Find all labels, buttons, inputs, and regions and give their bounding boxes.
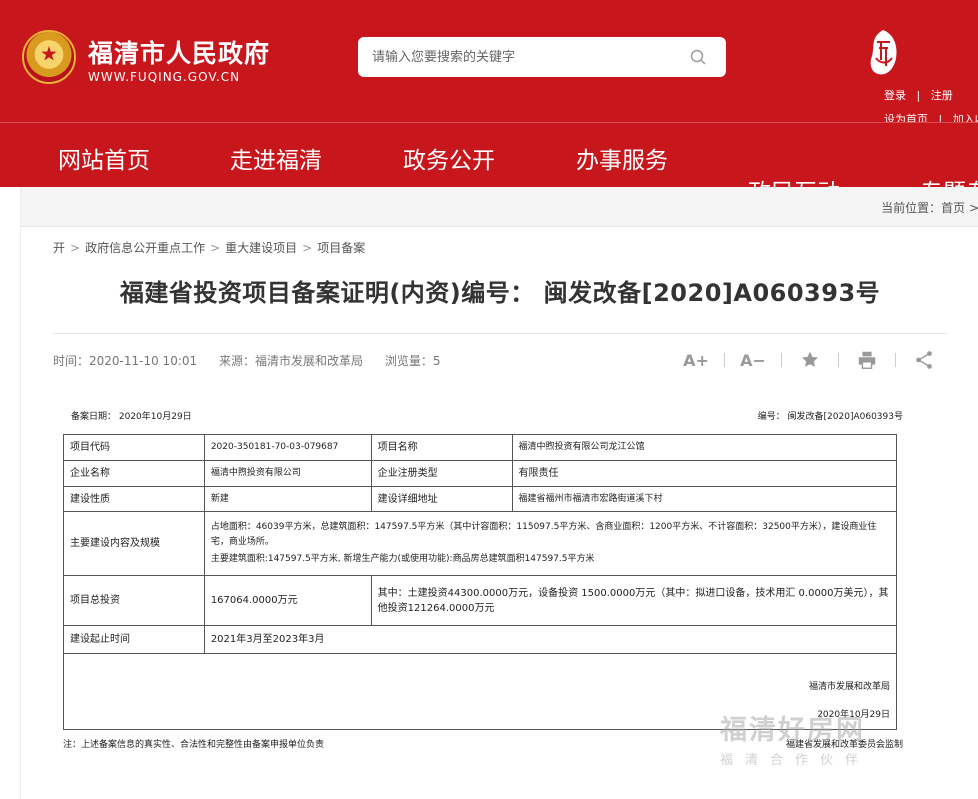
font-smaller-button[interactable]: A− (739, 349, 767, 371)
search-icon[interactable] (690, 49, 706, 65)
value-cell: 2021年3月至2023年3月 (203, 625, 898, 654)
nav-item-interaction[interactable]: 政民互动 (748, 173, 840, 187)
site-domain: WWW.FUQING.GOV.CN (88, 70, 241, 84)
label-cell: 项目代码 (63, 434, 205, 461)
label-cell: 主要建设内容及规模 (63, 511, 205, 576)
fuqing-seal-logo-icon (870, 30, 897, 75)
label-cell: 企业名称 (63, 460, 205, 487)
view-count: 浏览量：5 (384, 354, 441, 368)
location-arrow: > (968, 201, 978, 215)
responsibility-note: 注：上述备案信息的真实性、合法性和完整性由备案申报单位负责 (63, 740, 325, 750)
breadcrumb-chevron-icon: > (210, 241, 221, 255)
value-cell: 占地面积：46039平方米，总建筑面积：147597.5平方米（其中计容面积：1… (203, 511, 898, 576)
share-icon[interactable] (910, 349, 938, 371)
breadcrumb-item[interactable]: 开 (53, 241, 65, 255)
tool-divider (781, 353, 782, 367)
breadcrumb-chevron-icon: > (70, 241, 81, 255)
table-row: 建设起止时间 2021年3月至2023年3月 (63, 625, 898, 654)
print-icon[interactable] (853, 349, 881, 371)
nav-item-topics[interactable]: 专题专 (920, 173, 978, 187)
breadcrumb-item[interactable]: 重大建设项目 (225, 241, 297, 255)
star-icon[interactable] (796, 349, 824, 371)
label-cell: 企业注册类型 (370, 460, 513, 487)
watermark-sub: 福清合作伙伴 (720, 753, 871, 768)
tool-divider (724, 353, 725, 367)
main-nav: 网站首页 走进福清 政务公开 办事服务 政民互动 专题专 (0, 122, 978, 187)
tool-divider (838, 353, 839, 367)
label-cell: 建设起止时间 (63, 625, 205, 654)
current-location: 当前位置：首页 > (881, 199, 978, 216)
value-cell: 其中：土建投资44300.0000万元，设备投资 1500.0000万元（其中：… (370, 575, 898, 626)
value-cell: 福清中煦投资有限公司龙江公馆 (511, 434, 897, 461)
nav-item-about[interactable]: 走进福清 (230, 141, 322, 175)
location-label: 当前位置： (881, 201, 942, 215)
record-table: 项目代码 2020-350181-70-03-079687 项目名称 福清中煦投… (63, 434, 898, 730)
table-row: 项目总投资 167064.0000万元 其中：土建投资44300.0000万元，… (63, 575, 898, 626)
watermark-main: 福清好房网 (720, 715, 865, 746)
value-cell: 167064.0000万元 (203, 575, 372, 626)
link-separator: | (909, 89, 928, 102)
label-cell: 项目总投资 (63, 575, 205, 626)
article-tools: A+ A− (682, 349, 938, 371)
site-name[interactable]: 福清市人民政府 (88, 34, 270, 70)
site-header: 福清市人民政府 WWW.FUQING.GOV.CN 登录 | 注册 设为首页 |… (0, 0, 978, 150)
value-cell: 有限责任 (511, 460, 897, 487)
register-link[interactable]: 注册 (931, 89, 953, 102)
breadcrumb-chevron-icon: > (302, 241, 313, 255)
article-meta: 时间：2020-11-10 10:01 来源：福清市发展和改革局 浏览量：5 (53, 352, 458, 369)
article-source: 来源：福清市发展和改革局 (218, 354, 363, 368)
value-cell: 新建 (203, 486, 372, 512)
nav-item-home[interactable]: 网站首页 (58, 141, 150, 175)
search-box (358, 37, 726, 77)
label-cell: 建设详细地址 (370, 486, 513, 512)
label-cell: 项目名称 (370, 434, 513, 461)
tool-divider (895, 353, 896, 367)
location-bar: 当前位置：首页 > (21, 187, 978, 227)
article-title: 福建省投资项目备案证明(内资)编号： 闽发改备[2020]A060393号 (119, 279, 881, 307)
watermark: 福清好房网 福清合作伙伴 (720, 708, 940, 770)
breadcrumb: 开 > 政府信息公开重点工作 > 重大建设项目 > 项目备案 (53, 239, 365, 256)
location-home-link[interactable]: 首页 (941, 201, 965, 215)
font-larger-button[interactable]: A+ (682, 349, 710, 371)
breadcrumb-item[interactable]: 项目备案 (317, 241, 365, 255)
table-row: 建设性质 新建 建设详细地址 福建省福州市福清市宏路街道溪下村 (63, 486, 897, 512)
publish-time: 时间：2020-11-10 10:01 (53, 354, 198, 368)
national-emblem-icon (22, 30, 76, 84)
value-cell: 福清中煦投资有限公司 (203, 460, 372, 487)
content-text: 主要建筑面积:147597.5平方米, 新增生产能力(或使用功能):商品房总建筑… (210, 554, 595, 564)
nav-item-services[interactable]: 办事服务 (576, 141, 668, 175)
record-date: 备案日期： 2020年10月29日 (71, 412, 192, 422)
table-row: 企业名称 福清中煦投资有限公司 企业注册类型 有限责任 (63, 460, 897, 487)
nav-item-gov-affairs[interactable]: 政务公开 (403, 141, 495, 175)
search-input[interactable] (372, 48, 672, 66)
table-row: 项目代码 2020-350181-70-03-079687 项目名称 福清中煦投… (63, 434, 897, 461)
table-row: 主要建设内容及规模 占地面积：46039平方米，总建筑面积：147597.5平方… (63, 511, 898, 576)
value-cell: 福建省福州市福清市宏路街道溪下村 (511, 486, 897, 512)
title-divider (53, 333, 947, 334)
record-number: 编号： 闽发改备[2020]A060393号 (757, 412, 903, 422)
signing-organization: 福清市发展和改革局 (808, 682, 890, 692)
label-cell: 建设性质 (63, 486, 205, 512)
breadcrumb-item[interactable]: 政府信息公开重点工作 (85, 241, 205, 255)
value-cell: 2020-350181-70-03-079687 (203, 434, 372, 461)
content-text: 占地面积：46039平方米，总建筑面积：147597.5平方米（其中计容面积：1… (210, 522, 877, 547)
login-link[interactable]: 登录 (884, 89, 906, 102)
